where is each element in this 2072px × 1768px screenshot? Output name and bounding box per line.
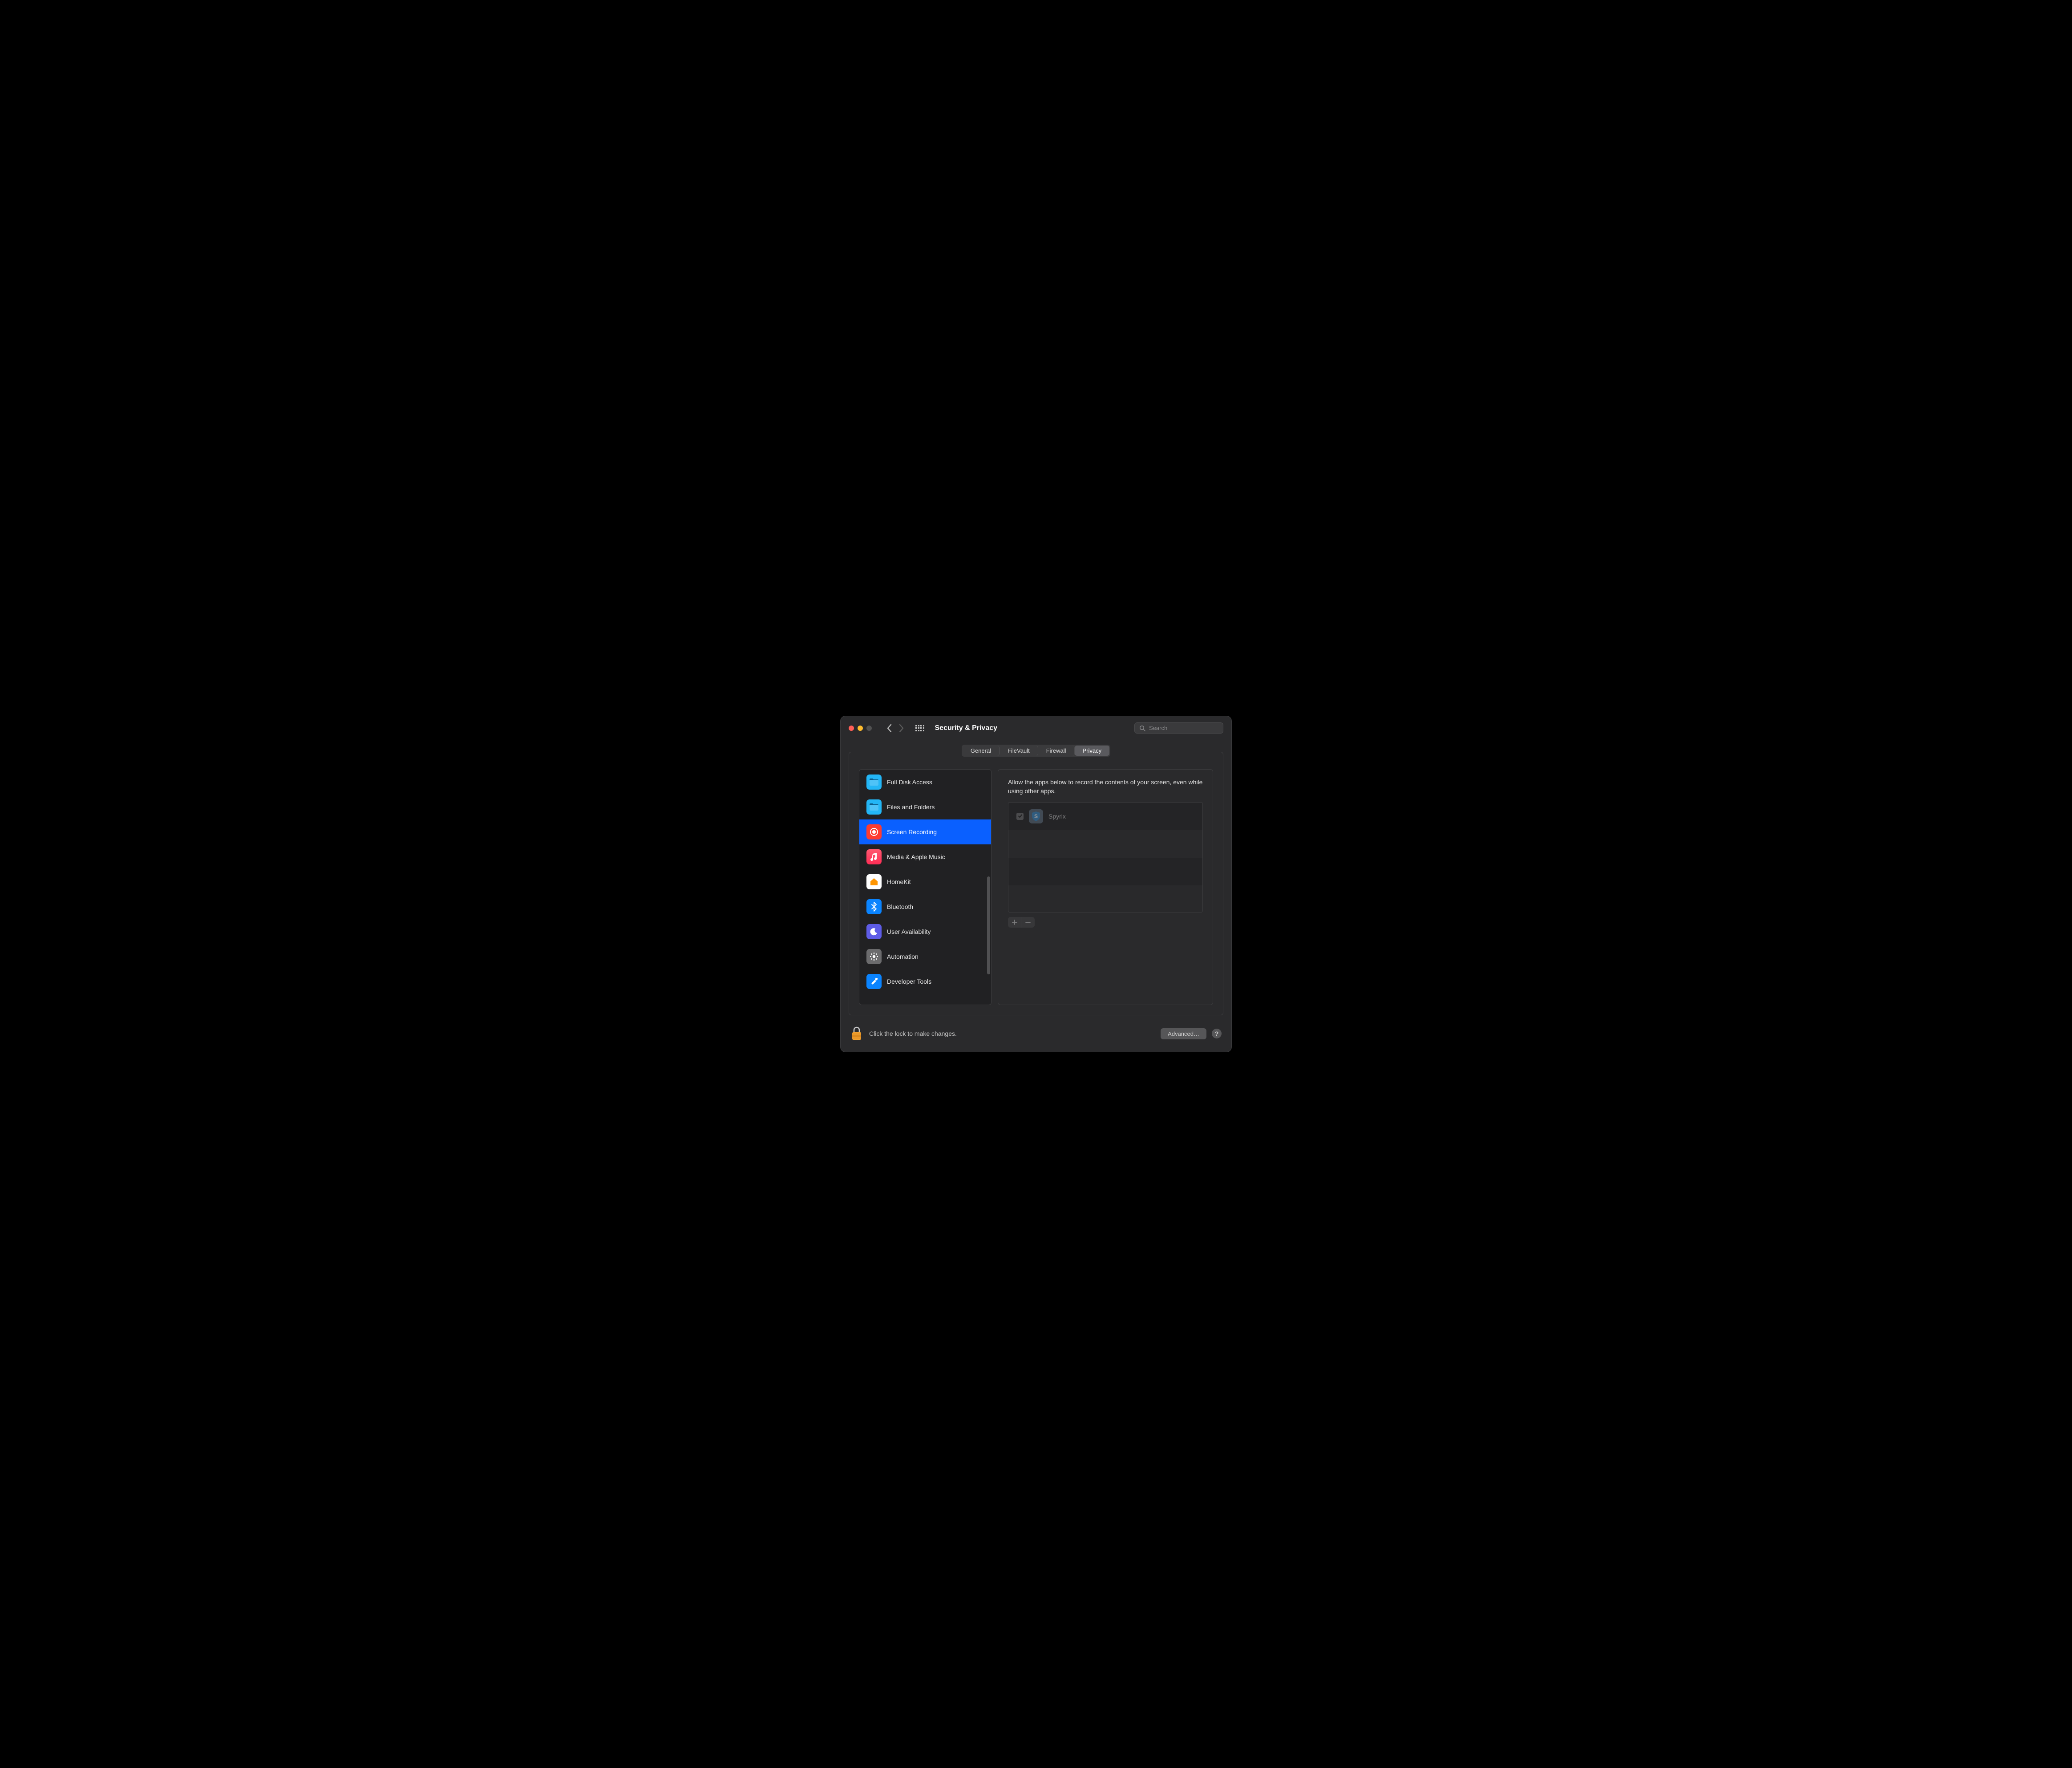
nav-arrows: [887, 724, 904, 732]
sidebar-item-media-apple-music[interactable]: Media & Apple Music: [859, 844, 991, 869]
folder-icon: [866, 775, 882, 790]
lock-icon: [850, 1026, 863, 1041]
app-list: S Spyrix: [1008, 802, 1203, 912]
app-row-empty: [1008, 885, 1202, 912]
content-frame: Full Disk Access Files and Folders Scree…: [849, 752, 1223, 1015]
folder-icon: [866, 799, 882, 815]
privacy-category-list: Full Disk Access Files and Folders Scree…: [859, 769, 991, 1005]
search-field[interactable]: [1134, 722, 1223, 734]
advanced-button[interactable]: Advanced…: [1161, 1028, 1206, 1039]
sidebar-item-developer-tools[interactable]: Developer Tools: [859, 969, 991, 994]
forward-button: [899, 724, 904, 732]
lock-button[interactable]: [850, 1026, 863, 1041]
sidebar-item-files-and-folders[interactable]: Files and Folders: [859, 795, 991, 819]
lock-text: Click the lock to make changes.: [869, 1030, 957, 1037]
sidebar-item-label: Files and Folders: [887, 803, 935, 811]
app-label: Spyrix: [1048, 813, 1066, 820]
search-icon: [1139, 725, 1145, 731]
gear-icon: [866, 949, 882, 964]
sidebar-item-label: Developer Tools: [887, 978, 931, 985]
show-all-prefs-button[interactable]: [915, 725, 924, 731]
sidebar-item-label: Full Disk Access: [887, 779, 932, 786]
sidebar-item-label: HomeKit: [887, 878, 911, 885]
plus-icon: [1012, 920, 1017, 925]
app-row-empty: [1008, 858, 1202, 885]
sidebar-scrollbar[interactable]: [987, 876, 990, 974]
sidebar-item-label: Screen Recording: [887, 828, 937, 835]
back-button[interactable]: [887, 724, 892, 732]
svg-text:S: S: [1034, 813, 1038, 819]
sidebar-item-label: Media & Apple Music: [887, 853, 945, 860]
app-row-empty: [1008, 830, 1202, 858]
titlebar: Security & Privacy: [841, 716, 1231, 740]
search-input[interactable]: [1149, 725, 1218, 731]
footer: Click the lock to make changes. Advanced…: [841, 1023, 1231, 1052]
preferences-window: Security & Privacy General FileVault Fir…: [840, 716, 1232, 1052]
minus-icon: [1025, 920, 1031, 925]
window-title: Security & Privacy: [935, 724, 998, 732]
sidebar-item-label: Automation: [887, 953, 919, 960]
tab-firewall[interactable]: Firewall: [1038, 746, 1075, 756]
sidebar-item-user-availability[interactable]: User Availability: [859, 919, 991, 944]
sidebar-item-automation[interactable]: Automation: [859, 944, 991, 969]
sidebar-item-screen-recording[interactable]: Screen Recording: [859, 819, 991, 844]
sidebar-item-bluetooth[interactable]: Bluetooth: [859, 894, 991, 919]
sidebar-item-full-disk-access[interactable]: Full Disk Access: [859, 770, 991, 795]
app-checkbox: [1016, 813, 1024, 820]
zoom-window-button: [866, 726, 872, 731]
sidebar-item-label: Bluetooth: [887, 903, 913, 910]
close-window-button[interactable]: [849, 726, 854, 731]
record-icon: [866, 824, 882, 839]
music-icon: [866, 849, 882, 864]
home-icon: [866, 874, 882, 889]
bluetooth-icon: [866, 899, 882, 914]
minimize-window-button[interactable]: [858, 726, 863, 731]
moon-icon: [866, 924, 882, 939]
tab-filevault[interactable]: FileVault: [1000, 746, 1038, 756]
add-remove-buttons: [1008, 917, 1035, 928]
tab-privacy[interactable]: Privacy: [1075, 746, 1110, 756]
spyrix-app-icon: S: [1029, 809, 1043, 823]
hammer-icon: [866, 974, 882, 989]
sidebar-item-label: User Availability: [887, 928, 931, 935]
app-row-spyrix[interactable]: S Spyrix: [1008, 803, 1202, 830]
traffic-lights: [849, 726, 872, 731]
tab-bar: General FileVault Firewall Privacy: [962, 745, 1110, 757]
help-button[interactable]: ?: [1212, 1029, 1222, 1038]
sidebar-item-homekit[interactable]: HomeKit: [859, 869, 991, 894]
add-app-button: [1008, 917, 1021, 928]
remove-app-button: [1021, 917, 1035, 928]
tab-general[interactable]: General: [963, 746, 1000, 756]
detail-description: Allow the apps below to record the conte…: [1008, 778, 1203, 796]
detail-pane: Allow the apps below to record the conte…: [998, 769, 1213, 1005]
